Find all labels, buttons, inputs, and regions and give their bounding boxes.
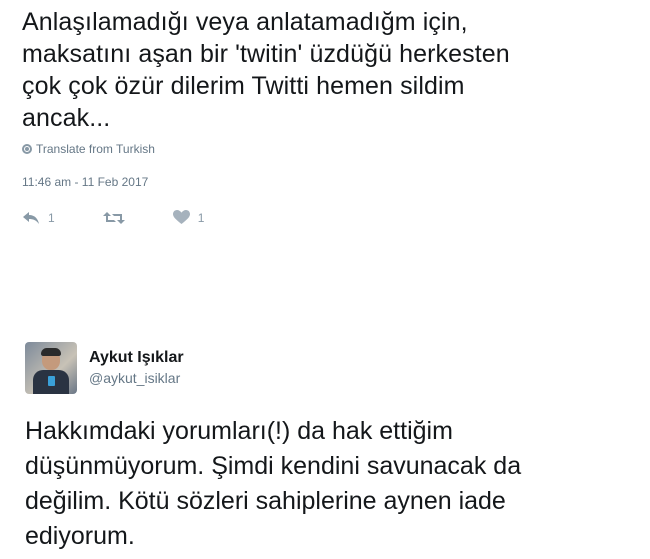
tweet-actions: 1 1 <box>22 210 632 225</box>
tweet-2: Aykut Işıklar @aykut_isiklar Hakkımdaki … <box>25 342 635 554</box>
tweet-timestamp[interactable]: 11:46 am - 11 Feb 2017 <box>22 175 632 189</box>
like-button[interactable]: 1 <box>172 210 205 225</box>
translate-label: Translate from Turkish <box>36 142 155 156</box>
tweet-text: Anlaşılamadığı veya anlatamadığm için, m… <box>22 8 510 132</box>
tweet-text: Hakkımdaki yorumları(!) da hak ettiğim d… <box>25 417 522 550</box>
retweet-icon <box>102 211 125 224</box>
tweet-author-header[interactable]: Aykut Işıklar @aykut_isiklar <box>25 342 635 394</box>
avatar[interactable] <box>25 342 77 394</box>
translate-link[interactable]: Translate from Turkish <box>22 142 632 156</box>
reply-count: 1 <box>48 210 55 225</box>
author-username[interactable]: @aykut_isiklar <box>89 368 184 388</box>
globe-icon <box>22 144 32 154</box>
retweet-button[interactable] <box>102 211 125 225</box>
heart-icon <box>172 210 190 224</box>
tweet-1: Anlaşılamadığı veya anlatamadığm için, m… <box>22 6 632 225</box>
like-count: 1 <box>197 210 205 225</box>
author-display-name[interactable]: Aykut Işıklar <box>89 348 184 368</box>
reply-button[interactable]: 1 <box>22 211 55 225</box>
author-names: Aykut Işıklar @aykut_isiklar <box>89 348 184 388</box>
reply-icon <box>23 211 39 224</box>
